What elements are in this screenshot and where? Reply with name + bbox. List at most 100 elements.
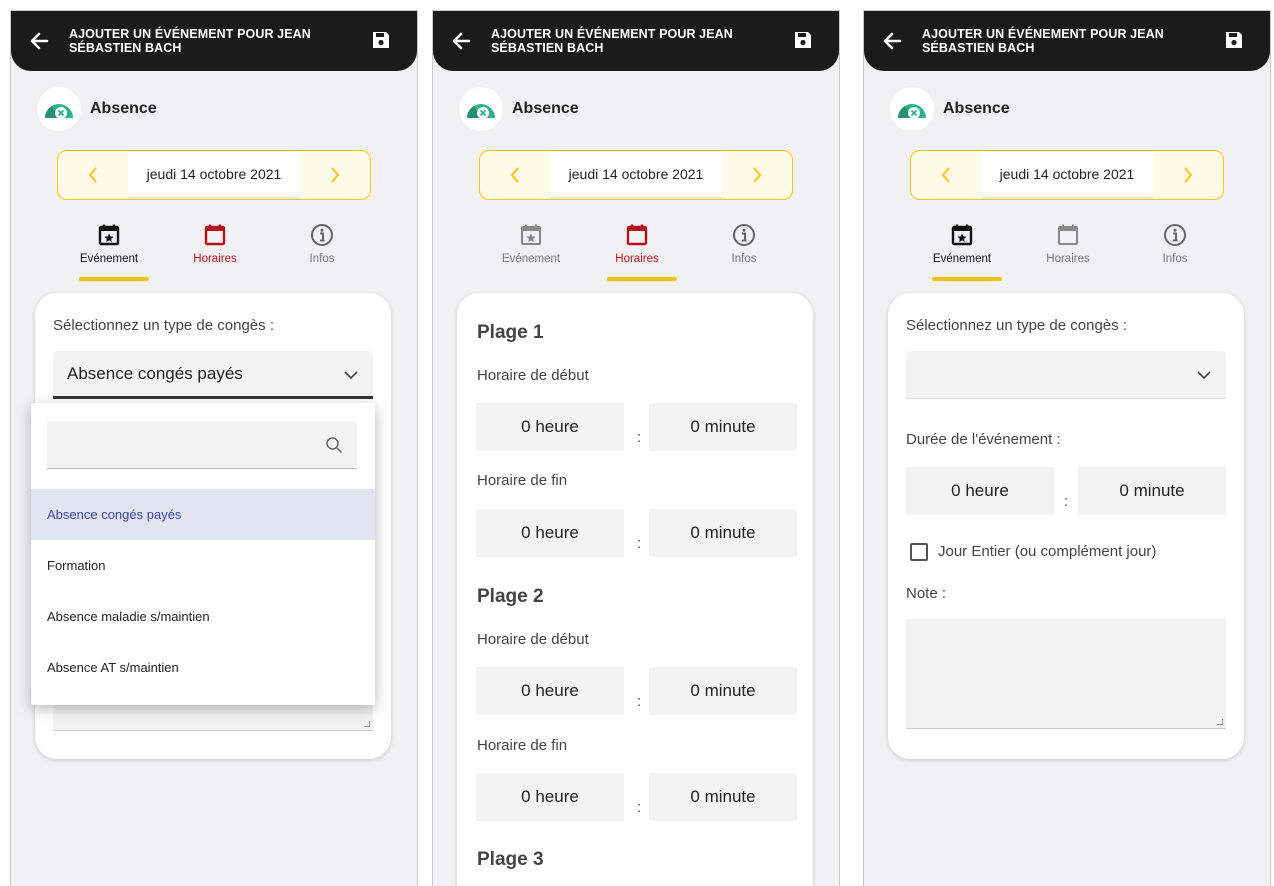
- leave-type-select[interactable]: Absence congés payés: [53, 351, 373, 399]
- tab-schedule[interactable]: Horaires: [170, 223, 260, 265]
- resize-handle[interactable]: [1217, 719, 1223, 725]
- arrow-left-icon[interactable]: [29, 30, 51, 52]
- plage-title: Plage 2: [477, 586, 544, 607]
- event-type-header: Absence: [890, 87, 1010, 131]
- leave-type-value: Absence congés payés: [67, 363, 243, 383]
- absence-badge-icon: [37, 87, 81, 131]
- previous-day-button[interactable]: [58, 151, 128, 199]
- absence-badge-icon: [459, 87, 503, 131]
- arrow-left-icon[interactable]: [451, 30, 473, 52]
- dropdown-option[interactable]: Absence congés payés: [31, 489, 375, 540]
- leave-type-label: Sélectionnez un type de congès :: [53, 317, 274, 334]
- event-type-header: Absence: [459, 87, 579, 131]
- info-icon: [733, 224, 755, 246]
- end-minute-select[interactable]: 0 minute: [649, 773, 797, 821]
- start-hour-select[interactable]: 0 heure: [476, 403, 624, 451]
- event-form-card: Sélectionnez un type de congès : Durée d…: [888, 293, 1244, 759]
- page-title: AJOUTER UN ÉVÉNEMENT POUR JEAN SÉBASTIEN…: [922, 27, 1164, 55]
- calendar-icon: [626, 224, 648, 246]
- time-separator: :: [637, 429, 642, 446]
- resize-handle[interactable]: [364, 721, 370, 727]
- info-icon: [311, 224, 333, 246]
- tab-event[interactable]: Evénement: [486, 223, 576, 265]
- start-time-label: Horaire de début: [477, 631, 589, 648]
- duration-minute-select[interactable]: 0 minute: [1078, 467, 1226, 515]
- previous-day-button[interactable]: [480, 151, 550, 199]
- event-type-header: Absence: [37, 87, 157, 131]
- calendar-star-icon: [521, 224, 541, 245]
- tab-event[interactable]: Evénement: [64, 223, 154, 281]
- plage-title: Plage 3: [477, 849, 544, 870]
- tab-event-label: Evénement: [501, 253, 561, 265]
- schedule-card: Plage 1 Horaire de début 0 heure : 0 min…: [457, 293, 813, 886]
- next-day-button[interactable]: [300, 151, 370, 199]
- end-hour-select[interactable]: 0 heure: [476, 773, 624, 821]
- top-app-bar: AJOUTER UN ÉVÉNEMENT POUR JEAN SÉBASTIEN…: [864, 11, 1270, 71]
- tab-info[interactable]: Infos: [1130, 223, 1220, 265]
- tab-event-label: Evénement: [79, 253, 139, 265]
- dropdown-search-input[interactable]: [47, 421, 357, 469]
- date-picker: jeudi 14 octobre 2021: [910, 150, 1224, 200]
- end-time-label: Horaire de fin: [477, 737, 568, 754]
- start-time-label: Horaire de début: [477, 367, 589, 384]
- leave-type-select[interactable]: [906, 351, 1226, 399]
- end-time-label: Horaire de fin: [477, 472, 568, 489]
- start-minute-select[interactable]: 0 minute: [649, 403, 797, 451]
- event-type-label: Absence: [90, 100, 157, 117]
- calendar-star-icon: [951, 224, 973, 246]
- leave-type-label: Sélectionnez un type de congès :: [906, 317, 1127, 334]
- floppy-disk-icon[interactable]: [371, 30, 393, 52]
- next-day-button[interactable]: [1153, 151, 1223, 199]
- tab-schedule[interactable]: Horaires: [1023, 223, 1113, 265]
- event-type-label: Absence: [943, 100, 1010, 117]
- previous-day-button[interactable]: [911, 151, 981, 199]
- current-date[interactable]: jeudi 14 octobre 2021: [128, 151, 300, 199]
- tab-event[interactable]: Evénement: [917, 223, 1007, 281]
- floppy-disk-icon[interactable]: [1224, 30, 1246, 52]
- top-app-bar: AJOUTER UN ÉVÉNEMENT POUR JEAN SÉBASTIEN…: [11, 11, 417, 71]
- leave-type-dropdown: Absence congés payés Formation Absence m…: [31, 403, 375, 705]
- tab-bar: Evénement Horaires Infos: [11, 223, 417, 285]
- floppy-disk-icon[interactable]: [793, 30, 815, 52]
- arrow-left-icon[interactable]: [882, 30, 904, 52]
- page-title: AJOUTER UN ÉVÉNEMENT POUR JEAN SÉBASTIEN…: [69, 27, 311, 55]
- current-date[interactable]: jeudi 14 octobre 2021: [550, 151, 722, 199]
- note-textarea[interactable]: [906, 619, 1226, 729]
- tab-schedule-label: Horaires: [1046, 253, 1090, 265]
- tab-info[interactable]: Infos: [277, 223, 367, 265]
- tab-info[interactable]: Infos: [699, 223, 789, 265]
- date-picker: jeudi 14 octobre 2021: [57, 150, 371, 200]
- tab-bar: Evénement Horaires Infos: [433, 223, 839, 285]
- active-tab-indicator: [607, 277, 677, 281]
- active-tab-indicator: [932, 277, 1002, 281]
- start-hour-select[interactable]: 0 heure: [476, 667, 624, 715]
- tab-schedule-label: Horaires: [615, 253, 659, 265]
- dropdown-option[interactable]: Formation: [31, 540, 375, 591]
- page-title: AJOUTER UN ÉVÉNEMENT POUR JEAN SÉBASTIEN…: [491, 27, 733, 55]
- tab-event-label: Evénement: [932, 253, 992, 265]
- end-minute-select[interactable]: 0 minute: [649, 509, 797, 557]
- start-minute-select[interactable]: 0 minute: [649, 667, 797, 715]
- full-day-label[interactable]: Jour Entier (ou complément jour): [938, 543, 1156, 560]
- date-picker: jeudi 14 octobre 2021: [479, 150, 793, 200]
- active-tab-indicator: [79, 277, 149, 281]
- end-hour-select[interactable]: 0 heure: [476, 509, 624, 557]
- chevron-down-icon: [1197, 371, 1211, 380]
- plage-title: Plage 1: [477, 322, 544, 343]
- dropdown-option[interactable]: Absence maladie s/maintien: [31, 591, 375, 642]
- calendar-star-icon: [98, 224, 120, 246]
- tab-schedule[interactable]: Horaires: [592, 223, 682, 281]
- current-date[interactable]: jeudi 14 octobre 2021: [981, 151, 1153, 199]
- duration-hour-select[interactable]: 0 heure: [906, 467, 1054, 515]
- time-separator: :: [1064, 493, 1069, 510]
- top-app-bar: AJOUTER UN ÉVÉNEMENT POUR JEAN SÉBASTIEN…: [433, 11, 839, 71]
- screen-event-form: AJOUTER UN ÉVÉNEMENT POUR JEAN SÉBASTIEN…: [863, 10, 1271, 886]
- time-separator: :: [637, 799, 642, 816]
- note-label: Note :: [906, 585, 947, 602]
- screen-schedule: AJOUTER UN ÉVÉNEMENT POUR JEAN SÉBASTIEN…: [432, 10, 840, 886]
- dropdown-option[interactable]: Absence AT s/maintien: [31, 642, 375, 693]
- event-type-label: Absence: [512, 100, 579, 117]
- tab-info-label: Infos: [1162, 253, 1188, 265]
- full-day-checkbox[interactable]: [910, 543, 928, 561]
- next-day-button[interactable]: [722, 151, 792, 199]
